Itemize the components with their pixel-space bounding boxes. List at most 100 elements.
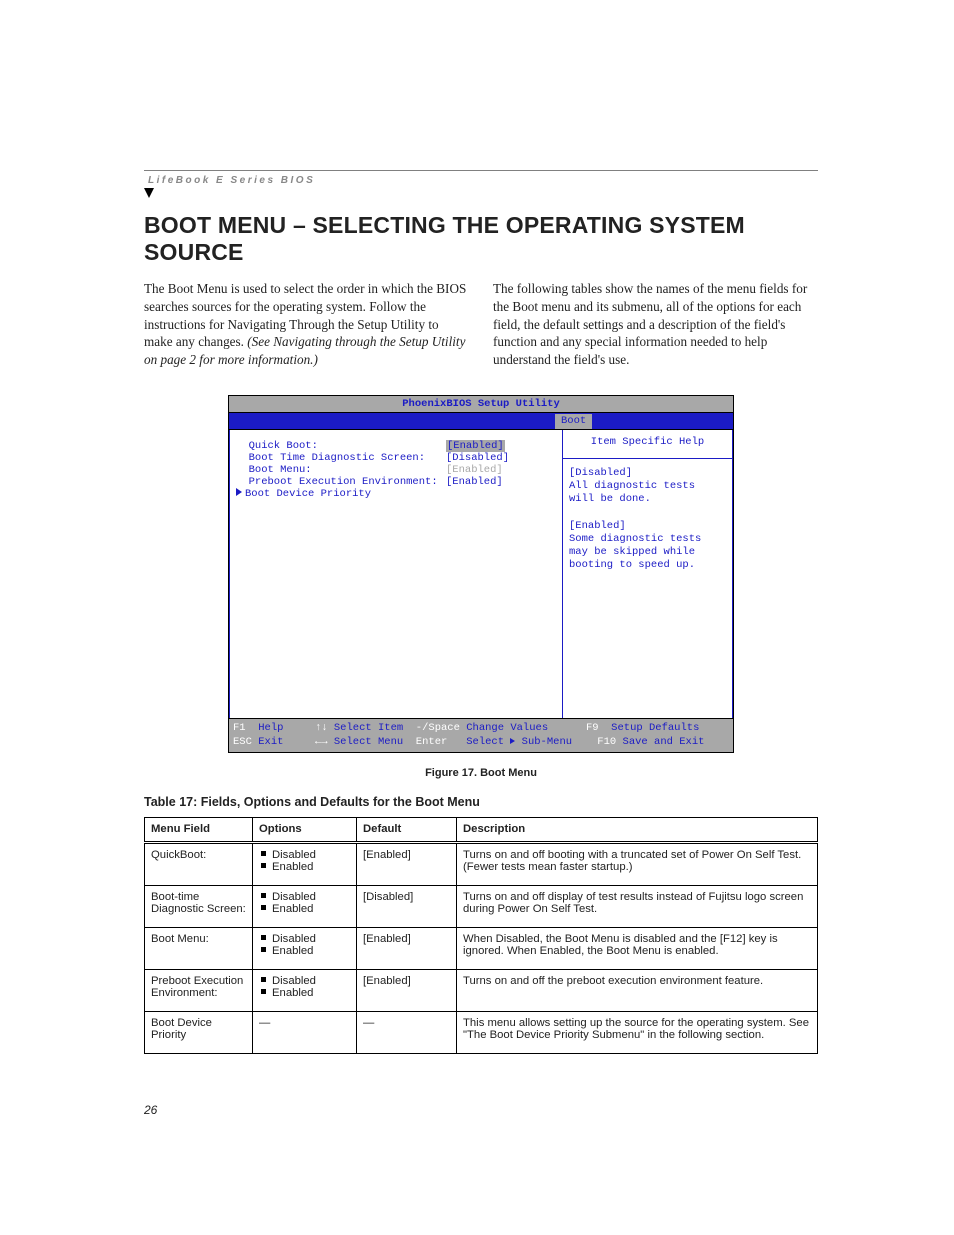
th-menu-field: Menu Field (145, 818, 253, 843)
bios-field-value-dim: [Enabled] (446, 464, 503, 476)
bios-key: -/Space (416, 722, 460, 734)
cell-description: Turns on and off display of test results… (457, 886, 818, 928)
bios-help-line: [Disabled] (569, 467, 726, 480)
bios-row-bootmenu: Boot Menu: [Enabled] (236, 464, 558, 476)
th-default: Default (357, 818, 457, 843)
cell-options: DisabledEnabled (253, 928, 357, 970)
bios-key-desc: Change Values (466, 722, 548, 734)
bios-help-panel: Item Specific Help [Disabled] All diagno… (563, 430, 733, 718)
bios-row-diagnostic: Boot Time Diagnostic Screen: [Disabled] (236, 452, 558, 464)
th-options: Options (253, 818, 357, 843)
intro-right: The following tables show the names of t… (493, 280, 818, 369)
figure-caption: Figure 17. Boot Menu (144, 767, 818, 779)
fields-table: Menu Field Options Default Description Q… (144, 817, 818, 1054)
bios-footer: F1 Help ↑↓ Select Item -/Space Change Va… (229, 718, 733, 752)
th-description: Description (457, 818, 818, 843)
option-item: Enabled (261, 861, 350, 873)
table-caption: Table 17: Fields, Options and Defaults f… (144, 795, 818, 809)
bios-help-line (569, 506, 726, 519)
intro-columns: The Boot Menu is used to select the orde… (144, 280, 818, 369)
bios-field-value: [Disabled] (446, 452, 509, 464)
document-series: LifeBook E Series BIOS (144, 175, 818, 190)
cell-field: Boot Device Priority (145, 1012, 253, 1054)
bios-help-line: [Enabled] (569, 520, 726, 533)
bios-key-desc: Setup Defaults (611, 722, 699, 734)
table-body: QuickBoot: DisabledEnabled [Enabled] Tur… (145, 843, 818, 1054)
bios-body: Quick Boot: [Enabled] Boot Time Diagnost… (229, 430, 733, 718)
bios-row-pxe: Preboot Execution Environment: [Enabled] (236, 476, 558, 488)
bios-key: ESC (233, 736, 252, 748)
bios-help-line: Some diagnostic tests (569, 533, 726, 546)
cell-options: DisabledEnabled (253, 843, 357, 886)
intro-left: The Boot Menu is used to select the orde… (144, 280, 469, 369)
cell-description: This menu allows setting up the source f… (457, 1012, 818, 1054)
bios-help-line: will be done. (569, 493, 726, 506)
bios-field-label: Boot Time Diagnostic Screen: (236, 452, 446, 464)
option-item: Disabled (261, 933, 350, 945)
table-row: Boot Device Priority — — This menu allow… (145, 1012, 818, 1054)
option-item: Enabled (261, 987, 350, 999)
cell-description: When Disabled, the Boot Menu is disabled… (457, 928, 818, 970)
option-item: Disabled (261, 975, 350, 987)
bios-field-label: Boot Menu: (236, 464, 446, 476)
table-row: Boot Menu: DisabledEnabled [Enabled] Whe… (145, 928, 818, 970)
cell-options: DisabledEnabled (253, 970, 357, 1012)
triangle-right-icon (510, 738, 515, 744)
bios-key-desc: Select Item (334, 722, 403, 734)
bios-main-panel: Quick Boot: [Enabled] Boot Time Diagnost… (229, 430, 563, 718)
bios-title: PhoenixBIOS Setup Utility (229, 396, 733, 413)
cell-field: Boot-time Diagnostic Screen: (145, 886, 253, 928)
bios-row-submenu: Boot Device Priority (236, 488, 558, 500)
bios-key-desc: Select (466, 736, 504, 748)
bios-window: PhoenixBIOS Setup Utility Boot Quick Boo… (228, 395, 734, 753)
bios-help-line: booting to speed up. (569, 559, 726, 572)
option-item: Disabled (261, 849, 350, 861)
bios-tab-boot: Boot (555, 414, 592, 429)
bios-key: Enter (416, 736, 448, 748)
cell-field: Preboot Execution Environment: (145, 970, 253, 1012)
bios-submenu-label: Boot Device Priority (245, 488, 371, 500)
bios-key-desc: Exit (258, 736, 283, 748)
cell-description: Turns on and off the preboot execution e… (457, 970, 818, 1012)
bios-key: ↑↓ (315, 722, 328, 734)
bios-key-desc: Select Menu (334, 736, 403, 748)
cell-default: — (357, 1012, 457, 1054)
cell-options: — (253, 1012, 357, 1054)
option-item: Enabled (261, 945, 350, 957)
cell-default: [Enabled] (357, 970, 457, 1012)
bios-key: ←→ (315, 736, 328, 748)
bios-field-label: Preboot Execution Environment: (236, 476, 446, 488)
table-header-row: Menu Field Options Default Description (145, 818, 818, 843)
table-row: QuickBoot: DisabledEnabled [Enabled] Tur… (145, 843, 818, 886)
bios-field-value-selected: [Enabled] (446, 440, 505, 452)
bios-help-body: [Disabled] All diagnostic tests will be … (563, 459, 732, 580)
table-row: Boot-time Diagnostic Screen: DisabledEna… (145, 886, 818, 928)
page-number: 26 (144, 1103, 157, 1117)
bios-key-desc: Sub-Menu (522, 736, 572, 748)
cell-default: [Enabled] (357, 928, 457, 970)
bios-field-value: [Enabled] (446, 476, 503, 488)
bios-help-title: Item Specific Help (563, 430, 732, 459)
header-triangle-icon (144, 188, 154, 198)
page-title: BOOT MENU – SELECTING THE OPERATING SYST… (144, 212, 818, 266)
bios-help-line: may be skipped while (569, 546, 726, 559)
cell-default: [Enabled] (357, 843, 457, 886)
bios-menubar: Boot (229, 413, 733, 430)
table-row: Preboot Execution Environment: DisabledE… (145, 970, 818, 1012)
triangle-right-icon (236, 488, 242, 496)
cell-field: Boot Menu: (145, 928, 253, 970)
bios-key: F1 (233, 722, 246, 734)
bios-field-label: Quick Boot: (236, 440, 446, 452)
bios-help-line: All diagnostic tests (569, 480, 726, 493)
cell-field: QuickBoot: (145, 843, 253, 886)
option-item: Disabled (261, 891, 350, 903)
bios-key-desc: Save and Exit (623, 736, 705, 748)
cell-description: Turns on and off booting with a truncate… (457, 843, 818, 886)
bios-key: F9 (586, 722, 599, 734)
header-rule (144, 170, 818, 171)
cell-default: [Disabled] (357, 886, 457, 928)
bios-key: F10 (597, 736, 616, 748)
bios-key-desc: Help (258, 722, 283, 734)
cell-options: DisabledEnabled (253, 886, 357, 928)
option-item: Enabled (261, 903, 350, 915)
